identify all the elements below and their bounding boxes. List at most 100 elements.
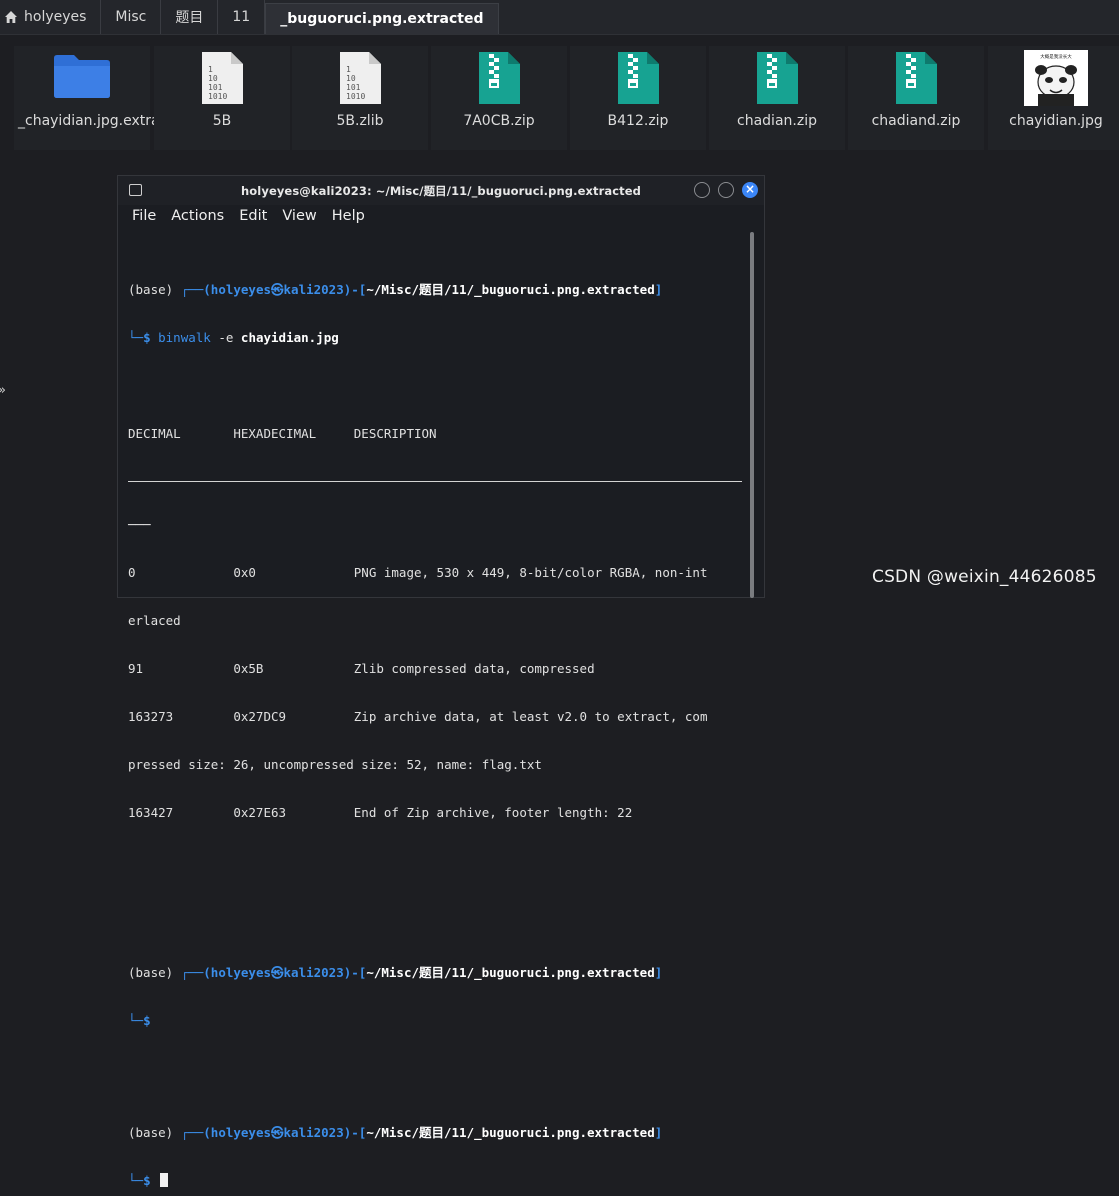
file-name: 5B [212,113,232,129]
terminal-titlebar[interactable]: holyeyes@kali2023: ~/Misc/题目/11/_buguoru… [118,176,764,205]
zip-file-icon [757,52,798,104]
close-icon: × [744,182,756,196]
prompt-env: (base) [128,1125,181,1140]
file-grid: _chayidian.jpg.extracted 1 10 101 1010 5… [14,46,1119,156]
prompt-sep: )-[ [343,965,367,980]
file-name: _chayidian.jpg.extracted [18,113,191,129]
prompt-box: ┌──( [180,1125,211,1140]
minimize-button[interactable] [694,182,710,198]
svg-text:10: 10 [208,74,218,83]
file-item-binary[interactable]: 1 10 101 1010 5B [154,46,290,150]
output-line: pressed size: 26, uncompressed size: 52,… [128,757,542,772]
file-item-zip[interactable]: chadiand.zip [848,46,984,150]
maximize-button[interactable] [718,182,734,198]
svg-text:1010: 1010 [208,92,227,101]
prompt-line: (base) ┌──(holyeyes㉿kali2023)-[~/Misc/题目… [128,282,744,298]
file-name: chadian.zip [737,113,817,129]
menu-help[interactable]: Help [332,208,365,224]
command-line[interactable]: └─$ [128,1173,744,1189]
svg-text:101: 101 [346,83,361,92]
prompt-at: ㉿ [271,1125,284,1140]
svg-text:1: 1 [346,65,351,74]
menu-edit[interactable]: Edit [239,208,267,224]
prompt-env: (base) [128,965,181,980]
file-item-zip[interactable]: 7A0CB.zip [431,46,567,150]
prompt-user: holyeyes [210,965,272,980]
image-thumbnail: 大概是我没长大 [1024,50,1088,106]
prompt-cwd: ~/Misc/题目/11/_buguoruci.png.extracted [366,282,655,297]
file-item-zip[interactable]: chadian.zip [709,46,845,150]
prompt-box: └─ [128,1173,144,1188]
breadcrumb-label: 题目 [175,10,204,26]
output-line: erlaced [128,613,181,628]
breadcrumb-item-timu[interactable]: 题目 [161,0,219,34]
prompt-dollar: $ [143,330,151,345]
prompt-user: holyeyes [210,282,272,297]
zip-file-icon [896,52,937,104]
prompt-at: ㉿ [271,282,284,297]
command-name: binwalk [158,330,211,345]
menu-view[interactable]: View [282,208,316,224]
prompt-line: (base) ┌──(holyeyes㉿kali2023)-[~/Misc/题目… [128,1125,744,1141]
prompt-line: (base) ┌──(holyeyes㉿kali2023)-[~/Misc/题目… [128,965,744,981]
command-line: └─$ binwalk -e chayidian.jpg [128,330,744,346]
output-line: 163273 0x27DC9 Zip archive data, at leas… [128,709,708,724]
thumbnail-caption: 大概是我没长大 [1040,53,1072,60]
command-flag: -e [210,330,241,345]
breadcrumb-label: holyeyes [24,9,87,25]
svg-text:10: 10 [346,74,356,83]
zip-file-icon [618,52,659,104]
prompt-box: ┌──( [180,282,211,297]
prompt-host: kali2023 [283,965,344,980]
menu-actions[interactable]: Actions [171,208,224,224]
breadcrumb-label: _buguoruci.png.extracted [280,11,484,27]
terminal-title: holyeyes@kali2023: ~/Misc/题目/11/_buguoru… [241,184,641,198]
file-item-binary[interactable]: 1 10 101 1010 5B.zlib [292,46,428,150]
output-line: 0 0x0 PNG image, 530 x 449, 8-bit/color … [128,565,708,580]
breadcrumb: holyeyes Misc 题目 11 _buguoruci.png.extra… [0,0,1119,35]
table-header: DECIMAL HEXADECIMAL DESCRIPTION [128,426,437,441]
svg-text:101: 101 [208,83,223,92]
zip-file-icon [479,52,520,104]
svg-text:1: 1 [208,65,213,74]
folder-icon [54,55,110,98]
divider-tail: ─── [128,517,151,532]
file-item-folder[interactable]: _chayidian.jpg.extracted [14,46,191,150]
file-name: 5B.zlib [336,113,384,129]
divider [128,481,742,482]
breadcrumb-label: 11 [232,9,251,25]
prompt-dollar: $ [143,1013,151,1028]
breadcrumb-label: Misc [115,9,147,25]
terminal-window[interactable]: holyeyes@kali2023: ~/Misc/题目/11/_buguoru… [117,175,765,1188]
close-button[interactable]: × [742,182,758,198]
breadcrumb-item-current[interactable]: _buguoruci.png.extracted [265,3,499,34]
terminal-scrollbar[interactable] [750,232,754,598]
output-line: 91 0x5B Zlib compressed data, compressed [128,661,595,676]
prompt-box: └─ [128,1013,144,1028]
prompt-dollar: $ [143,1173,151,1188]
breadcrumb-home[interactable]: holyeyes [0,0,102,34]
breadcrumb-item-11[interactable]: 11 [218,0,266,34]
text-cursor [160,1173,169,1187]
prompt-box: └─ [128,330,144,345]
prompt-sep: ] [654,282,663,297]
breadcrumb-item-misc[interactable]: Misc [101,0,162,34]
prompt-sep: ] [654,965,663,980]
home-icon [5,11,17,23]
prompt-box: ┌──( [180,965,211,980]
binary-file-icon: 1 10 101 1010 [202,52,243,104]
file-item-zip[interactable]: B412.zip [570,46,706,150]
command-arg: chayidian.jpg [240,330,339,345]
prompt-env: (base) [128,282,181,297]
file-name: 7A0CB.zip [463,113,535,129]
file-item-image[interactable]: 大概是我没长大 chayidian.jpg [988,46,1119,150]
binary-file-icon: 1 10 101 1010 [340,52,381,104]
terminal-output[interactable]: (base) ┌──(holyeyes㉿kali2023)-[~/Misc/题目… [128,234,744,1196]
edge-glyph: » [0,383,6,398]
prompt-host: kali2023 [283,1125,344,1140]
terminal-menubar: File Actions Edit View Help [132,208,365,224]
prompt-sep: ] [654,1125,663,1140]
menu-file[interactable]: File [132,208,156,224]
prompt-user: holyeyes [210,1125,272,1140]
file-name: B412.zip [607,113,669,129]
